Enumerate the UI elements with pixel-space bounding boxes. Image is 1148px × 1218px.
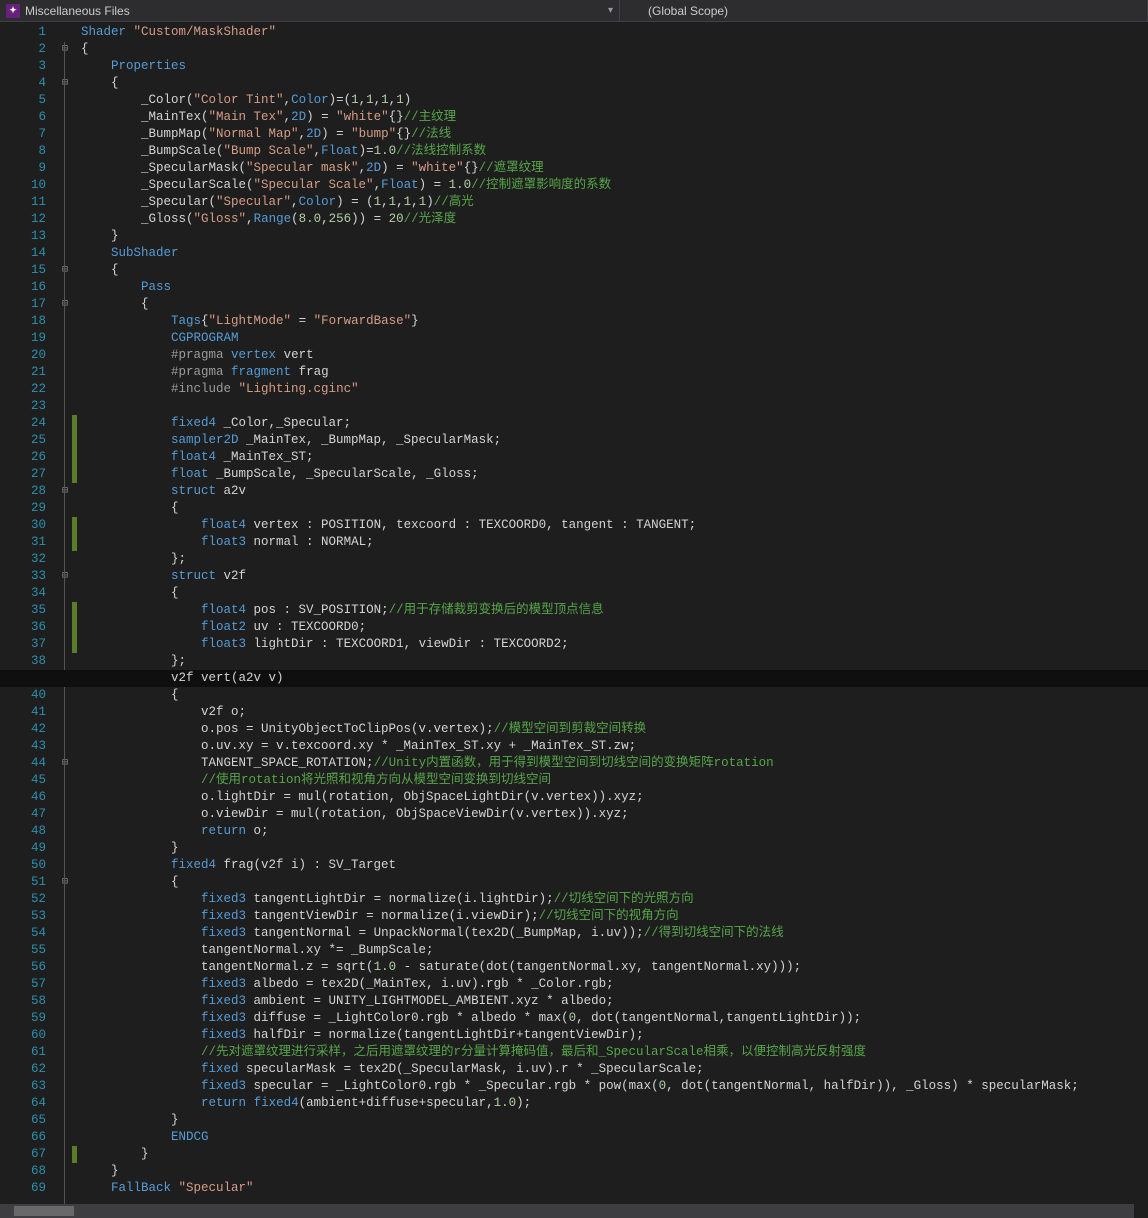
file-dropdown[interactable]: ✦ Miscellaneous Files ▾ <box>0 0 620 21</box>
file-label: Miscellaneous Files <box>25 4 130 18</box>
code-editor[interactable]: 1234567891011121314151617181920212223242… <box>0 22 1148 1218</box>
line-number-gutter: 1234567891011121314151617181920212223242… <box>0 22 58 1218</box>
scope-dropdown[interactable]: (Global Scope) <box>620 0 1148 21</box>
horizontal-scrollbar[interactable] <box>0 1204 1134 1218</box>
fold-column[interactable]: ⊟⊟⊟⊟⊟⊟⊟⊟⊟ <box>58 22 72 1218</box>
chevron-down-icon: ▾ <box>608 5 613 16</box>
code-area[interactable]: Shader "Custom/MaskShader"{ Properties {… <box>77 22 1148 1218</box>
scope-label: (Global Scope) <box>648 4 728 18</box>
toolbar: ✦ Miscellaneous Files ▾ (Global Scope) <box>0 0 1148 22</box>
file-type-icon: ✦ <box>6 4 20 18</box>
